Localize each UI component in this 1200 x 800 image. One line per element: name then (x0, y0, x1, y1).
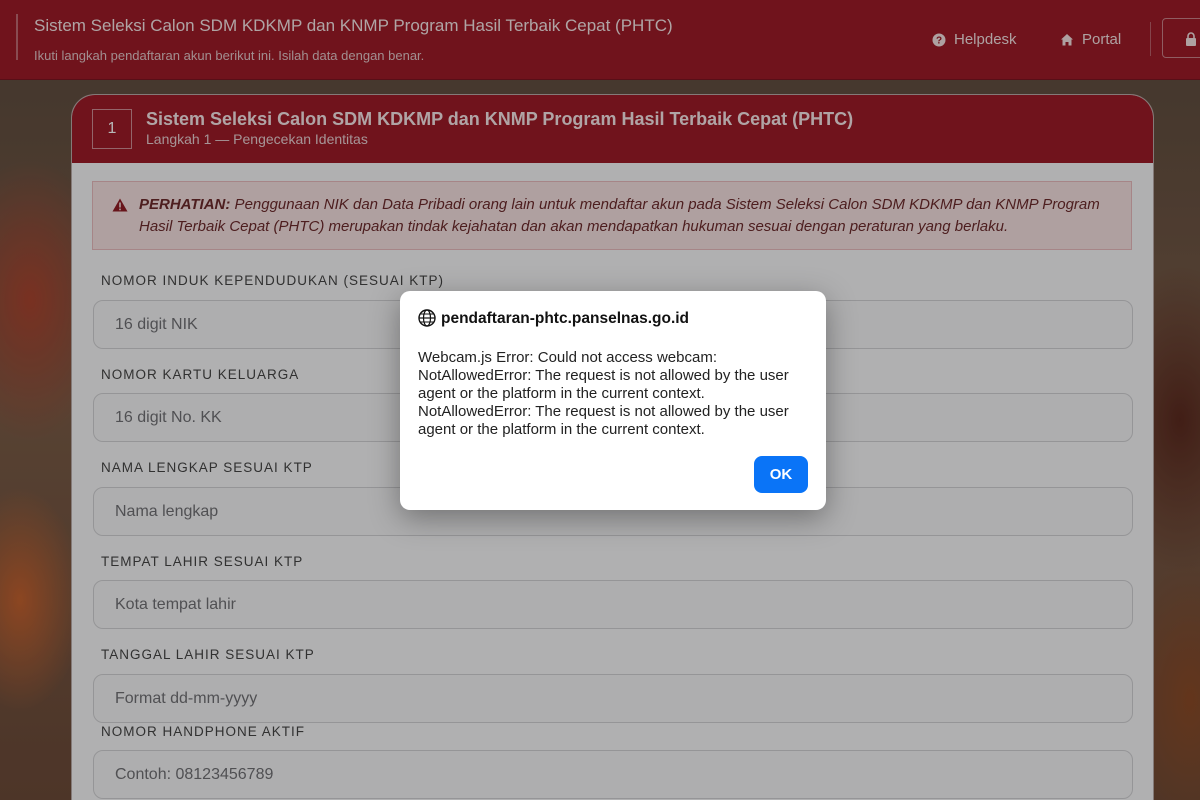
alert-dialog: pendaftaran-phtc.panselnas.go.id Webcam.… (400, 291, 826, 510)
dialog-message: Webcam.js Error: Could not access webcam… (418, 349, 789, 438)
ok-button[interactable]: OK (754, 456, 808, 493)
globe-icon (418, 309, 436, 327)
dialog-host: pendaftaran-phtc.panselnas.go.id (441, 310, 690, 327)
